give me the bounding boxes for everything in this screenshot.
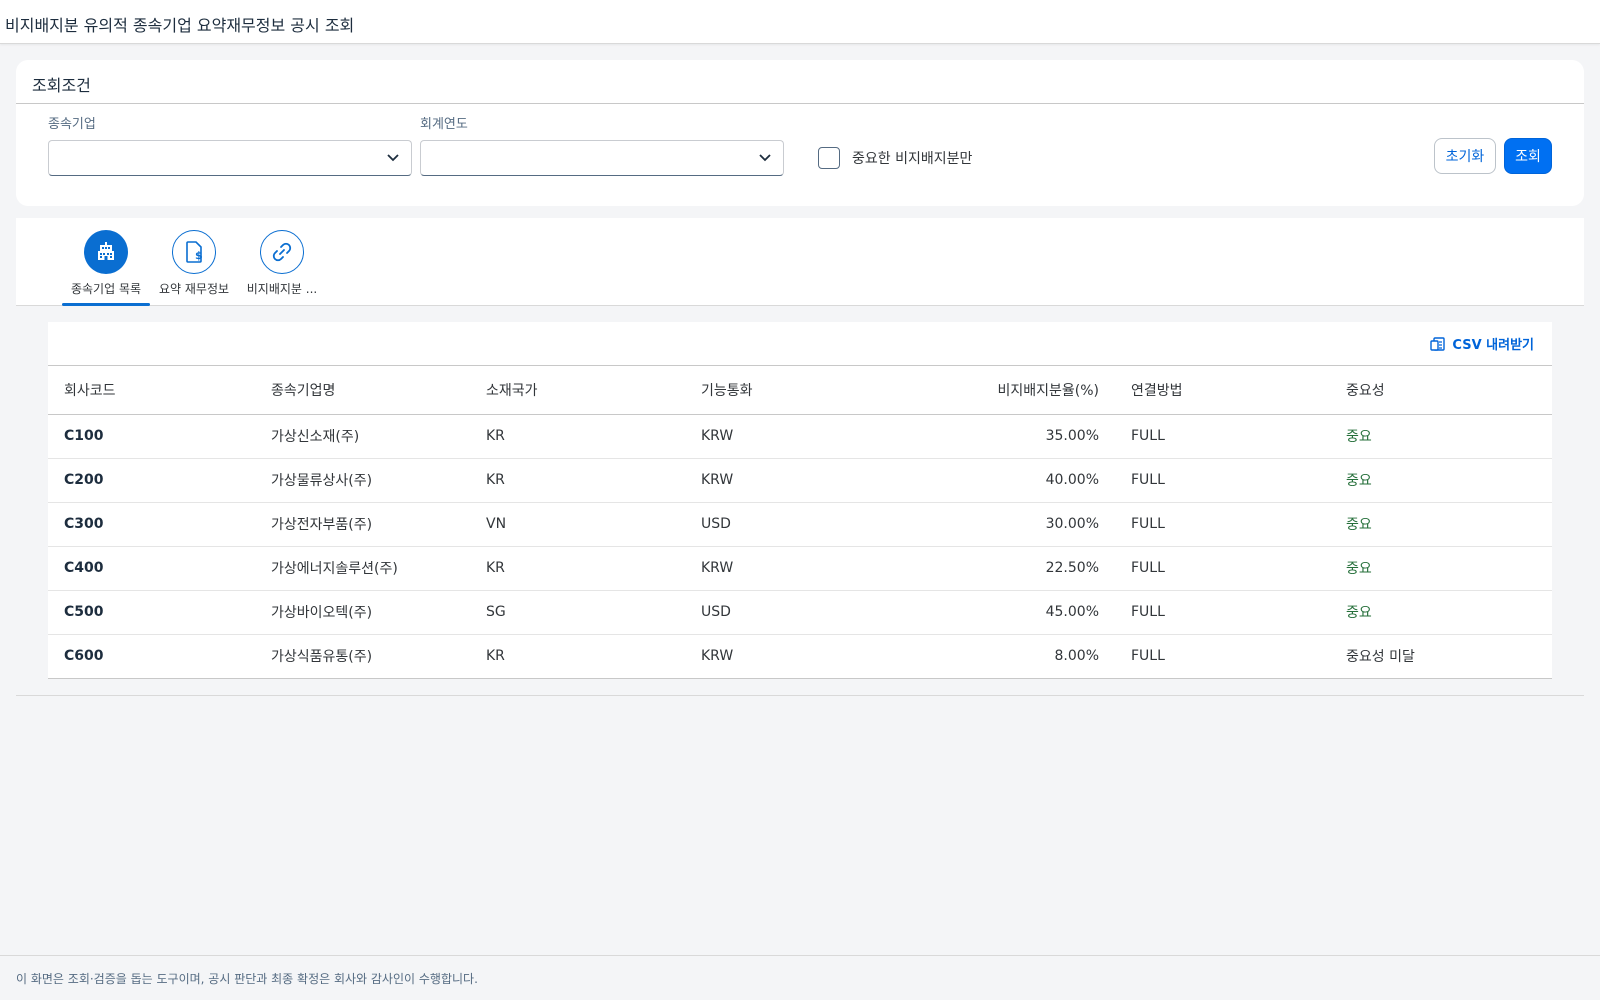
cell-nci-ratio: 8.00% [1054, 648, 1099, 665]
fiscal-year-label: 회계연도 [420, 117, 468, 132]
cell-currency: USD [685, 502, 900, 547]
column-header-currency[interactable]: 기능통화 [685, 366, 900, 415]
cell-currency: KRW [701, 648, 734, 665]
cell-country: KR [470, 458, 685, 503]
cell-consolidation: FULL [1131, 648, 1165, 665]
column-header-country[interactable]: 소재국가 [470, 366, 685, 415]
cell-nci-ratio: 45.00% [900, 590, 1115, 635]
cell-subsidiary-name: 가상전자부품(주) [255, 502, 470, 547]
cell-materiality: 중요성 미달 [1346, 649, 1415, 666]
cell-currency: KRW [685, 458, 900, 503]
cell-consolidation: FULL [1115, 590, 1330, 635]
chevron-down-icon [387, 154, 399, 162]
filter-title: 조회조건 [32, 76, 91, 95]
cell-currency: USD [685, 590, 900, 635]
cell-materiality: 중요 [1330, 590, 1552, 635]
cell-materiality: 중요 [1330, 458, 1552, 503]
excel-export-icon [1430, 336, 1446, 351]
chevron-down-icon [759, 154, 771, 162]
cell-materiality: 중요 [1330, 414, 1552, 459]
cell-company-code: C500 [48, 590, 255, 635]
footer: 이 화면은 조회·검증을 돕는 도구이며, 공시 판단과 최종 확정은 회사와 … [0, 955, 1600, 1000]
search-button[interactable]: 조회 [1504, 138, 1552, 174]
disclaimer-text: 이 화면은 조회·검증을 돕는 도구이며, 공시 판단과 최종 확정은 회사와 … [16, 972, 478, 986]
cell-currency: KRW [685, 546, 900, 591]
tab-nci[interactable]: 비지배지분 ... [238, 230, 326, 306]
cell-country: KR [486, 648, 505, 665]
cell-subsidiary-name: 가상신소재(주) [255, 414, 470, 459]
tab-label: 종속기업 목록 [70, 282, 142, 296]
cell-currency: KRW [685, 414, 900, 459]
cell-country: VN [470, 502, 685, 547]
important-only-checkbox-group: 중요한 비지배지분만 [818, 144, 972, 172]
link-icon [260, 230, 304, 274]
table-row[interactable]: C100 가상신소재(주) KR KRW 35.00% FULL 중요 [48, 414, 1552, 459]
cell-materiality: 중요 [1330, 546, 1552, 591]
table-body: C100 가상신소재(주) KR KRW 35.00% FULL 중요 C200 가상물류상사(… [48, 414, 1552, 678]
page-title: 비지배지분 유의적 종속기업 요약재무정보 공시 조회 [5, 16, 355, 35]
cell-company-code: C100 [48, 414, 255, 459]
cell-consolidation: FULL [1115, 458, 1330, 503]
subsidiary-label: 종속기업 [48, 117, 96, 132]
cell-consolidation: FULL [1115, 546, 1330, 591]
cell-company-code: C200 [48, 458, 255, 503]
column-header-materiality[interactable]: 중요성 [1330, 366, 1552, 415]
column-header-company-code[interactable]: 회사코드 [48, 366, 255, 415]
finance-document-icon: $ [172, 230, 216, 274]
column-header-nci-ratio[interactable]: 비지배지분율(%) [900, 366, 1115, 415]
cell-subsidiary-name: 가상식품유통(주) [271, 649, 373, 666]
subsidiary-select[interactable] [48, 140, 412, 176]
cell-consolidation: FULL [1115, 502, 1330, 547]
table-toolbar: CSV 내려받기 [48, 322, 1552, 366]
filter-header: 조회조건 [16, 60, 1584, 104]
tab-subsidiary-list[interactable]: 종속기업 목록 [62, 230, 150, 306]
cell-nci-ratio: 35.00% [900, 414, 1115, 459]
cell-company-code: C600 [64, 648, 104, 665]
tab-label: 요약 재무정보 [158, 282, 230, 296]
cell-company-code: C300 [48, 502, 255, 547]
content-area: CSV 내려받기 회사코드 종속기업명 소재국가 기능통화 비지배지분율(%) … [16, 306, 1584, 696]
cell-country: KR [470, 414, 685, 459]
tab-summary-financials[interactable]: $ 요약 재무정보 [150, 230, 238, 306]
table-row[interactable]: C500 가상바이오텍(주) SG USD 45.00% FULL 중요 [48, 590, 1552, 635]
cell-country: SG [470, 590, 685, 635]
fiscal-year-select[interactable] [420, 140, 784, 176]
table-row[interactable]: C300 가상전자부품(주) VN USD 30.00% FULL 중요 [48, 502, 1552, 547]
filter-panel: 조회조건 종속기업 회계연도 중요한 비지배지분만 초기화 조회 [16, 60, 1584, 206]
building-icon [84, 230, 128, 274]
cell-nci-ratio: 30.00% [900, 502, 1115, 547]
csv-download-button[interactable]: CSV 내려받기 [1430, 334, 1534, 353]
table-row[interactable]: C600 가상식품유통(주) KR KRW 8.00% FULL 중요성 미달 [48, 634, 1552, 678]
cell-consolidation: FULL [1115, 414, 1330, 459]
cell-subsidiary-name: 가상바이오텍(주) [255, 590, 470, 635]
cell-nci-ratio: 40.00% [900, 458, 1115, 503]
svg-text:$: $ [195, 249, 203, 262]
csv-download-label: CSV 내려받기 [1452, 338, 1534, 353]
cell-materiality: 중요 [1330, 502, 1552, 547]
cell-country: KR [470, 546, 685, 591]
table-header-row: 회사코드 종속기업명 소재국가 기능통화 비지배지분율(%) 연결방법 중요성 [48, 366, 1552, 415]
tab-label: 비지배지분 ... [246, 282, 318, 296]
important-only-checkbox[interactable] [818, 147, 840, 169]
cell-nci-ratio: 22.50% [900, 546, 1115, 591]
column-header-subsidiary-name[interactable]: 종속기업명 [255, 366, 470, 415]
column-header-consolidation[interactable]: 연결방법 [1115, 366, 1330, 415]
table-row[interactable]: C400 가상에너지솔루션(주) KR KRW 22.50% FULL 중요 [48, 546, 1552, 591]
subsidiary-table-card: CSV 내려받기 회사코드 종속기업명 소재국가 기능통화 비지배지분율(%) … [48, 322, 1552, 679]
subsidiary-table: 회사코드 종속기업명 소재국가 기능통화 비지배지분율(%) 연결방법 중요성 … [48, 366, 1552, 678]
reset-button[interactable]: 초기화 [1434, 138, 1496, 174]
cell-company-code: C400 [48, 546, 255, 591]
important-only-label: 중요한 비지배지분만 [852, 151, 973, 167]
table-row[interactable]: C200 가상물류상사(주) KR KRW 40.00% FULL 중요 [48, 458, 1552, 503]
tab-bar: 종속기업 목록 $ 요약 재무정보 비지배지분 ... [16, 218, 1584, 306]
shell-bar: 비지배지분 유의적 종속기업 요약재무정보 공시 조회 [0, 0, 1600, 44]
cell-subsidiary-name: 가상에너지솔루션(주) [255, 546, 470, 591]
cell-subsidiary-name: 가상물류상사(주) [255, 458, 470, 503]
